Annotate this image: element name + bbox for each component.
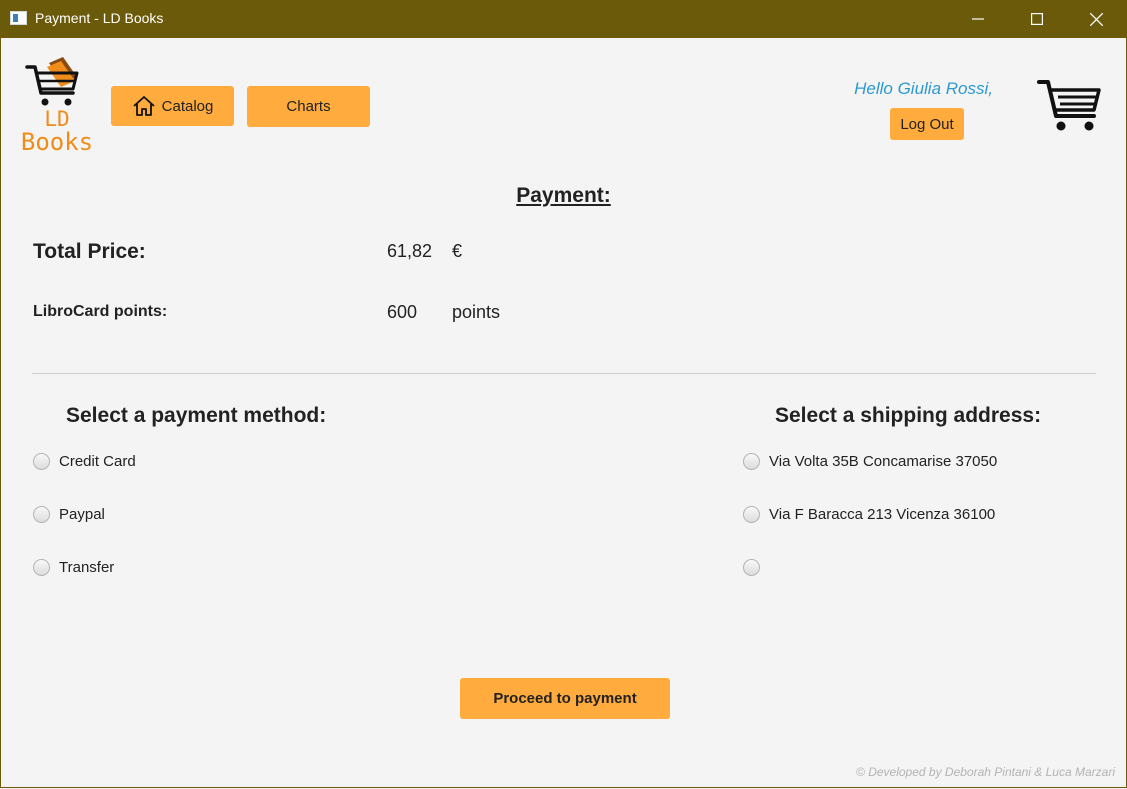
window-titlebar: Payment - LD Books (0, 0, 1127, 38)
payment-option-paypal[interactable]: Paypal (33, 503, 105, 525)
proceed-button-label: Proceed to payment (493, 690, 637, 707)
proceed-to-payment-button[interactable]: Proceed to payment (460, 678, 670, 719)
maximize-button[interactable] (1007, 0, 1067, 38)
shipping-option-label: Via F Baracca 213 Vicenza 36100 (769, 505, 996, 523)
maximize-icon (1031, 13, 1043, 25)
total-price-value: 61,82 (387, 241, 433, 261)
shipping-option-1[interactable]: Via Volta 35B Concamarise 37050 (743, 450, 997, 472)
charts-button[interactable]: Charts (247, 86, 370, 127)
radio-button[interactable] (743, 558, 760, 576)
payment-option-transfer[interactable]: Transfer (33, 556, 114, 578)
minimize-icon (972, 18, 984, 20)
radio-button[interactable] (743, 452, 760, 470)
shipping-option-label: Via Volta 35B Concamarise 37050 (769, 452, 998, 470)
footer-credits: © Developed by Deborah Pintani & Luca Ma… (856, 765, 1115, 779)
close-button[interactable] (1066, 0, 1126, 38)
librocard-points-label: LibroCard points: (33, 303, 168, 320)
payment-option-label: Transfer (59, 558, 115, 576)
close-icon (1089, 12, 1103, 26)
shipping-address-heading: Select a shipping address: (775, 404, 1042, 427)
minimize-button[interactable] (948, 0, 1008, 38)
catalog-button-label: Catalog (161, 97, 214, 115)
shipping-option-2[interactable]: Via F Baracca 213 Vicenza 36100 (743, 503, 995, 525)
payment-method-heading: Select a payment method: (66, 404, 327, 427)
logo-line-2: Books (20, 128, 94, 156)
payment-option-label: Paypal (59, 505, 105, 523)
charts-button-label: Charts (286, 98, 331, 115)
payment-option-credit-card[interactable]: Credit Card (33, 450, 136, 472)
shipping-option-3[interactable] (743, 556, 769, 578)
shopping-cart-books-icon (25, 57, 79, 106)
logout-button[interactable]: Log Out (890, 108, 964, 140)
user-greeting: Hello Giulia Rossi, (854, 79, 993, 98)
librocard-points-unit: points (452, 302, 501, 322)
shopping-cart-icon[interactable] (1036, 78, 1102, 134)
currency-symbol: € (452, 241, 463, 261)
logo-text: LD Books (20, 108, 94, 156)
section-divider (32, 373, 1096, 374)
total-price-label: Total Price: (33, 240, 146, 263)
radio-button[interactable] (33, 558, 50, 576)
catalog-button[interactable]: Catalog (111, 86, 234, 126)
home-icon (133, 96, 155, 116)
logout-button-label: Log Out (900, 115, 954, 133)
payment-option-label: Credit Card (59, 452, 136, 470)
radio-button[interactable] (743, 505, 760, 523)
radio-button[interactable] (33, 452, 50, 470)
radio-button[interactable] (33, 505, 50, 523)
librocard-points-value: 600 (387, 302, 418, 322)
window-title: Payment - LD Books (35, 10, 164, 26)
payment-title: Payment: (516, 184, 611, 207)
app-window-icon (10, 11, 27, 25)
